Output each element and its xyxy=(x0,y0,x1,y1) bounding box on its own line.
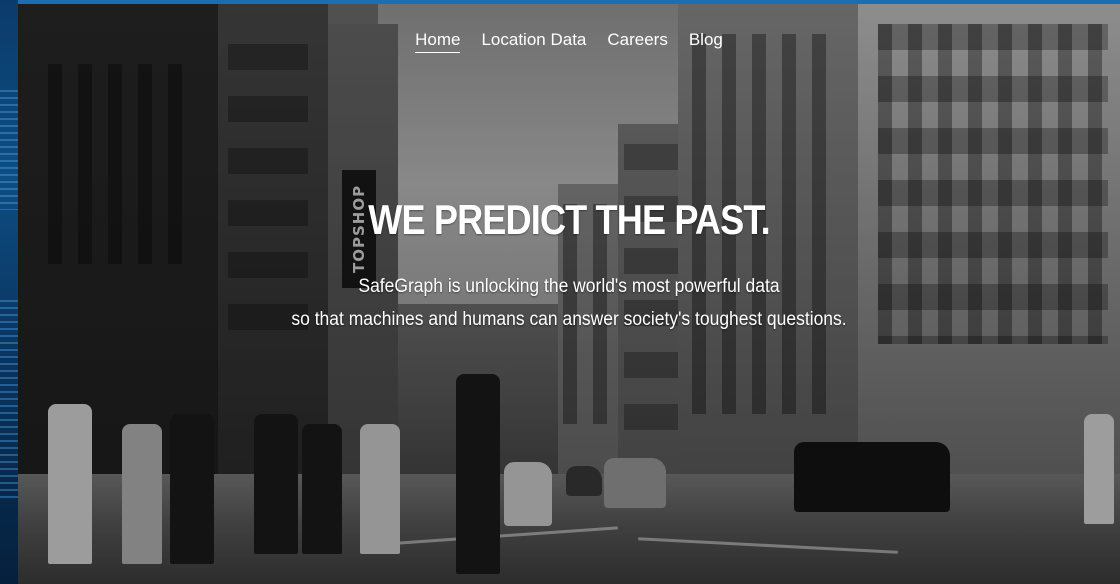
nav-link-careers[interactable]: Careers xyxy=(607,30,667,53)
hero-subheading-line: SafeGraph is unlocking the world's most … xyxy=(358,276,780,297)
hero-subheading-line: so that machines and humans can answer s… xyxy=(291,309,847,330)
background-edge xyxy=(0,0,18,584)
nav-link-location-data[interactable]: Location Data xyxy=(481,30,586,53)
nav-link-home[interactable]: Home xyxy=(415,30,461,53)
nav-link-blog[interactable]: Blog xyxy=(689,30,723,53)
page-viewport: TOPSHOP Home Location Data Careers Blog … xyxy=(0,0,1120,584)
top-navigation: Home Location Data Careers Blog xyxy=(18,30,1120,53)
background-glow xyxy=(0,300,18,500)
background-glow xyxy=(0,90,18,210)
hero-headline: WE PREDICT THE PAST. xyxy=(368,196,770,243)
